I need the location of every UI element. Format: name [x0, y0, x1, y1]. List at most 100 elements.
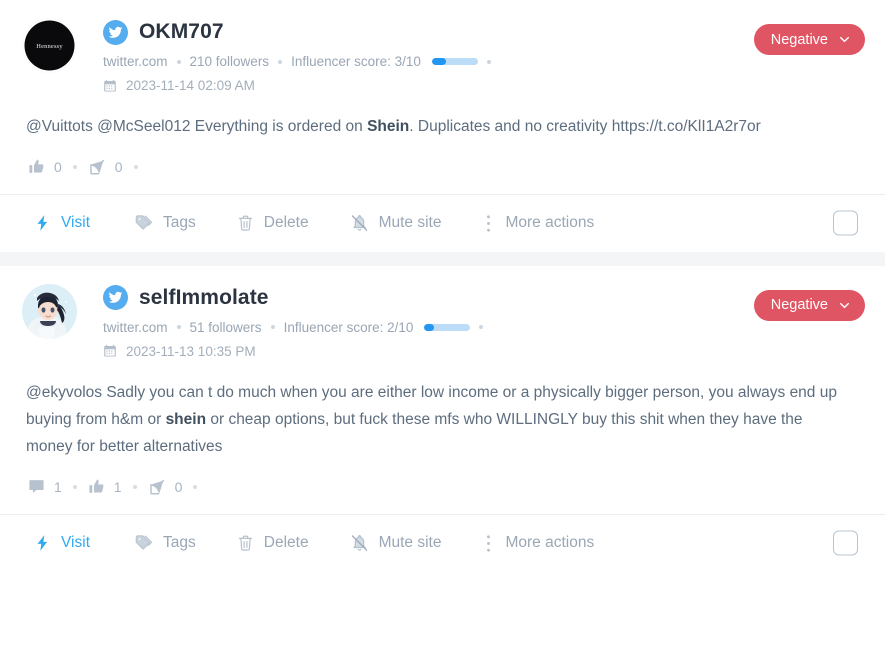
- trash-icon: [237, 534, 254, 552]
- mute-site-button[interactable]: Mute site: [350, 534, 442, 552]
- post-text-keyword: Shein: [367, 118, 410, 135]
- bell-slash-icon: [350, 534, 369, 552]
- engagement-comment: 1: [28, 478, 62, 495]
- more-vertical-icon: [486, 214, 491, 233]
- visit-button-label: Visit: [61, 214, 91, 232]
- mention-header: Hennessy OKM707 twitter.com 210 followers In…: [0, 0, 885, 93]
- twitter-icon[interactable]: [103, 285, 128, 311]
- action-bar: Visit Tags Delete Mute site More actions: [0, 513, 885, 572]
- select-mention-checkbox[interactable]: [833, 530, 858, 556]
- engagement-count: 0: [174, 478, 183, 495]
- sentiment-badge[interactable]: Negative: [753, 289, 865, 321]
- more-actions-button[interactable]: More actions: [482, 534, 594, 553]
- post-text: @Vuittots @McSeel012 Everything is order…: [0, 93, 885, 141]
- source-domain[interactable]: twitter.com: [103, 320, 168, 335]
- mention-card: Hennessy OKM707 twitter.com 210 followers In…: [0, 0, 885, 252]
- chevron-down-icon[interactable]: [838, 33, 851, 46]
- more-actions-button-label: More actions: [505, 214, 595, 232]
- visit-button[interactable]: Visit: [34, 214, 90, 232]
- engagement-count: 1: [113, 478, 122, 495]
- tags-button[interactable]: Tags: [134, 534, 196, 552]
- meta-separator-dot: [479, 325, 484, 330]
- author-block: selfImmolate twitter.com 51 followers Influ…: [103, 282, 865, 359]
- share-icon: [148, 478, 166, 496]
- sentiment-label: Negative: [770, 31, 828, 48]
- post-text-segment: @Vuittots @McSeel012 Everything is order…: [26, 118, 368, 135]
- meta-separator-dot: [486, 59, 491, 64]
- engagement-row: 1 1 0: [0, 461, 885, 514]
- avatar[interactable]: Hennessy: [22, 18, 77, 73]
- delete-button-label: Delete: [263, 534, 309, 552]
- sentiment-badge[interactable]: Negative: [753, 24, 865, 55]
- engagement-count: 1: [54, 478, 62, 495]
- tag-icon: [134, 214, 153, 232]
- author-block: OKM707 twitter.com 210 followers Influencer…: [103, 16, 865, 93]
- lightning-icon: [34, 534, 51, 552]
- author-meta-row: twitter.com 51 followers Influencer score:…: [103, 320, 865, 335]
- post-date: 2023-11-14 02:09 AM: [126, 78, 255, 93]
- bell-slash-icon: [350, 214, 369, 232]
- engagement-separator-dot: [72, 164, 77, 169]
- visit-button-label: Visit: [61, 534, 91, 552]
- tags-button-label: Tags: [163, 534, 196, 552]
- engagement-separator-dot: [133, 164, 138, 169]
- influencer-score-bar-fill: [431, 58, 446, 65]
- engagement-separator-dot: [132, 484, 137, 489]
- comment-icon: [28, 478, 45, 495]
- influencer-score-label: Influencer score: 3/10: [291, 54, 421, 69]
- influencer-score-bar: [431, 58, 478, 65]
- author-name-row: OKM707: [103, 17, 865, 47]
- delete-button-label: Delete: [263, 214, 309, 232]
- meta-separator-dot: [176, 59, 181, 64]
- author-name-row: selfImmolate: [103, 283, 865, 313]
- engagement-count: 0: [54, 158, 62, 175]
- thumbs-up-icon: [88, 478, 105, 495]
- sentiment-label: Negative: [770, 297, 828, 314]
- action-bar: Visit Tags Delete Mute site More actions: [0, 193, 885, 252]
- engagement-separator-dot: [72, 484, 77, 489]
- card-separator: [0, 251, 885, 266]
- influencer-score-bar: [424, 323, 471, 331]
- post-text: @ekyvolos Sadly you can t do much when y…: [0, 359, 885, 461]
- delete-button[interactable]: Delete: [237, 534, 309, 552]
- select-mention-checkbox[interactable]: [833, 210, 858, 236]
- meta-separator-dot: [176, 325, 181, 330]
- svg-text:Hennessy: Hennessy: [36, 43, 63, 50]
- author-username[interactable]: OKM707: [139, 20, 224, 44]
- mute-site-button-label: Mute site: [378, 534, 442, 552]
- source-domain[interactable]: twitter.com: [103, 54, 168, 69]
- engagement-row: 00: [0, 141, 885, 194]
- lightning-icon: [34, 214, 51, 232]
- delete-button[interactable]: Delete: [237, 214, 309, 232]
- visit-button[interactable]: Visit: [34, 534, 90, 552]
- mention-header: selfImmolate twitter.com 51 followers Influ…: [0, 266, 885, 359]
- engagement-thumbs-up: 0: [28, 158, 62, 175]
- avatar[interactable]: [22, 283, 77, 339]
- more-actions-button[interactable]: More actions: [482, 214, 594, 233]
- post-text-keyword: shein: [165, 410, 207, 428]
- influencer-score-bar-fill: [424, 323, 434, 331]
- engagement-separator-dot: [193, 484, 198, 489]
- mute-site-button[interactable]: Mute site: [350, 214, 442, 232]
- meta-separator-dot: [270, 325, 275, 330]
- calendar-icon: [103, 344, 117, 358]
- mention-card: selfImmolate twitter.com 51 followers Influ…: [0, 265, 885, 572]
- mute-site-button-label: Mute site: [378, 214, 442, 232]
- engagement-thumbs-up: 1: [88, 478, 122, 495]
- more-vertical-icon: [486, 534, 491, 553]
- tags-button[interactable]: Tags: [134, 214, 196, 232]
- engagement-share: 0: [88, 158, 123, 176]
- post-date-row: 2023-11-13 10:35 PM: [103, 344, 865, 359]
- engagement-count: 0: [114, 158, 123, 175]
- twitter-icon[interactable]: [103, 19, 128, 45]
- chevron-down-icon[interactable]: [838, 299, 851, 312]
- meta-separator-dot: [278, 59, 283, 64]
- thumbs-up-icon: [28, 158, 45, 175]
- more-actions-button-label: More actions: [505, 534, 595, 552]
- trash-icon: [237, 214, 254, 232]
- engagement-share: 0: [148, 478, 183, 496]
- post-date-row: 2023-11-14 02:09 AM: [103, 78, 865, 93]
- author-username[interactable]: selfImmolate: [139, 286, 269, 310]
- followers-count: 51 followers: [189, 319, 262, 335]
- share-icon: [88, 158, 106, 176]
